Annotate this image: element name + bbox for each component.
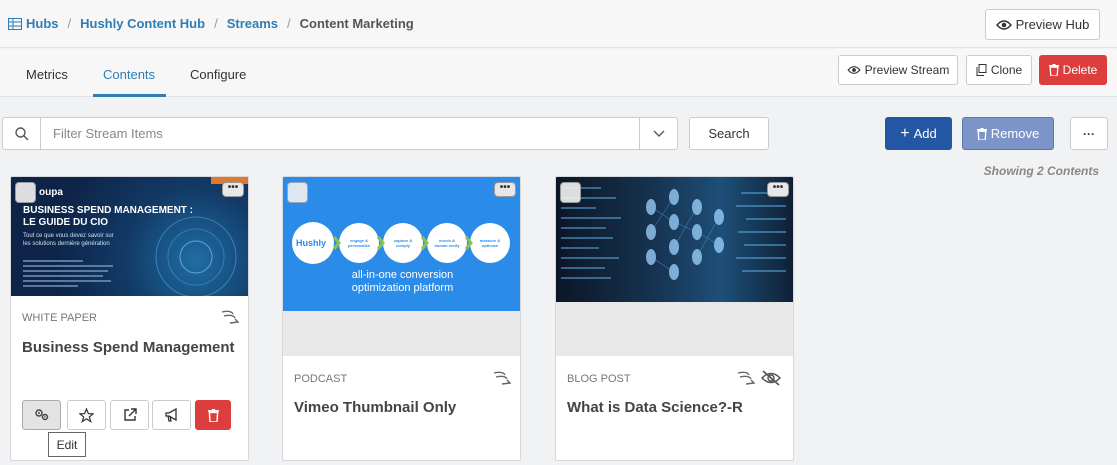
active-tab-indicator [93,94,166,97]
content-card[interactable]: oupa BUSINESS SPEND MANAGEMENT : LE GUID… [10,176,249,461]
trash-icon [976,127,987,140]
tab-contents[interactable]: Contents [103,67,155,82]
eye-icon [995,19,1012,30]
breadcrumb-hubs[interactable]: Hubs [26,16,59,31]
content-title[interactable]: Vimeo Thumbnail Only [294,399,456,416]
promote-button[interactable] [152,400,191,430]
showing-count: Showing 2 Contents [983,164,1099,178]
star-icon [79,407,94,423]
grid-icon [8,17,22,30]
delete-label: Delete [1062,63,1098,77]
card-thumbnail: Hushly engage & personalize capture & co… [283,177,520,311]
content-type: PODCAST [294,373,348,385]
eye-slash-icon [760,370,782,386]
plus-icon: + [900,124,910,142]
thumbnail-brand: oupa [39,187,63,198]
top-bar: Hubs / Hushly Content Hub / Streams / Co… [0,0,1117,48]
content-feed-icon [221,310,239,324]
thumbnail-sub-2: les solutions dernière génération [23,241,110,247]
card-thumbnail: oupa BUSINESS SPEND MANAGEMENT : LE GUID… [11,177,248,296]
thumbnail-padding [283,311,520,356]
preview-hub-label: Preview Hub [1015,17,1090,32]
more-label: ··· [1083,126,1095,141]
breadcrumb-content-hub[interactable]: Hushly Content Hub [80,16,205,31]
hushly-logo: Hushly [296,238,327,248]
search-button-label: Search [708,126,750,141]
content-feed-icon [737,371,755,385]
content-card[interactable]: Hushly engage & personalize capture & co… [282,176,521,461]
breadcrumb: Hubs / Hushly Content Hub / Streams / Co… [8,16,414,31]
search-button[interactable]: Search [689,117,769,150]
search-icon [3,118,41,149]
trash-icon [1048,64,1059,76]
thumbnail-art [561,187,786,280]
card-more-button[interactable]: ••• [494,182,516,197]
copy-icon [976,64,987,76]
edit-tooltip: Edit [48,432,86,457]
preview-hub-button[interactable]: Preview Hub [985,9,1100,40]
external-link-icon [123,408,137,421]
step-1: engage & personalize [347,238,370,248]
tagline-2: optimization platform [351,282,454,294]
megaphone-icon [165,408,177,422]
card-checkbox[interactable] [560,182,581,203]
card-more-button[interactable]: ••• [767,182,789,197]
chevron-down-icon[interactable] [639,118,677,149]
remove-button[interactable]: Remove [962,117,1054,150]
breadcrumb-current: Content Marketing [299,16,414,31]
thumbnail-sub-1: Tout ce que vous devez savoir sur [23,233,114,239]
content-type: BLOG POST [567,373,631,385]
preview-stream-label: Preview Stream [864,63,950,77]
filter-input[interactable]: Filter Stream Items [53,126,163,141]
eye-icon [847,66,861,74]
step-4: measure & optimize [479,238,501,248]
content-title[interactable]: Business Spend Management [22,339,235,356]
card-checkbox[interactable] [287,182,308,203]
open-link-button[interactable] [110,400,149,430]
tab-configure[interactable]: Configure [190,67,246,82]
trash-icon [207,408,219,422]
tagline-1: all-in-one conversion [351,269,454,281]
card-checkbox[interactable] [15,182,36,203]
tab-metrics[interactable]: Metrics [26,67,68,82]
feature-button[interactable] [67,400,106,430]
content-title[interactable]: What is Data Science?-R [567,399,743,416]
gears-icon [34,409,48,421]
preview-stream-button[interactable]: Preview Stream [838,55,958,85]
step-2: capture & comply [393,238,413,248]
breadcrumb-streams[interactable]: Streams [227,16,278,31]
edit-button[interactable] [22,400,61,430]
filter-bar: Filter Stream Items [2,117,678,150]
content-type: WHITE PAPER [22,312,97,324]
content-feed-icon [493,371,511,385]
thumbnail-heading-2: LE GUIDE DU CIO [23,217,109,228]
add-button[interactable]: + Add [885,117,952,150]
remove-item-button[interactable] [195,400,231,430]
step-3: enrich & human-verify [434,238,460,248]
more-options-button[interactable]: ··· [1070,117,1108,150]
card-more-button[interactable]: ••• [222,182,244,197]
content-card[interactable]: ••• BLOG POST What is Data Science?-R [555,176,794,461]
clone-label: Clone [990,63,1023,77]
remove-label: Remove [990,126,1040,141]
thumbnail-padding [556,302,793,356]
card-thumbnail [556,177,793,302]
add-label: Add [913,126,937,141]
thumbnail-heading-1: BUSINESS SPEND MANAGEMENT : [23,205,194,216]
delete-button[interactable]: Delete [1039,55,1107,85]
clone-button[interactable]: Clone [966,55,1032,85]
